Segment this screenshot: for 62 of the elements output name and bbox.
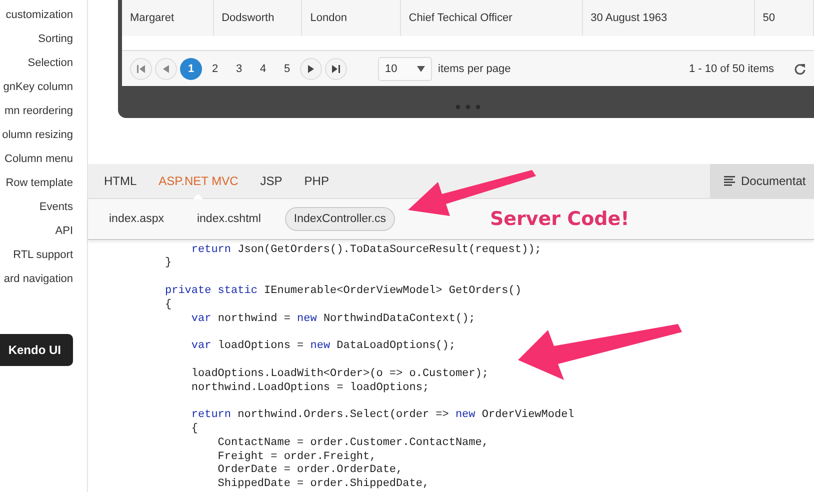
first-page-button[interactable] xyxy=(130,58,152,80)
code-line: Freight = order.Freight, xyxy=(216,450,378,464)
pager-summary: 1 - 10 of 50 items xyxy=(689,62,774,74)
page-number-button[interactable]: 4 xyxy=(252,58,274,80)
page-number-button[interactable]: 1 xyxy=(180,58,202,80)
right-triangle-icon xyxy=(308,64,314,72)
page-number-button[interactable]: 5 xyxy=(276,58,298,80)
refresh-button[interactable] xyxy=(794,62,806,74)
sidebar-link[interactable]: gnKey column xyxy=(3,75,73,99)
table-cell: Margaret xyxy=(122,0,214,36)
last-page-button[interactable] xyxy=(325,58,347,80)
table-cell: Chief Techical Officer xyxy=(400,0,583,36)
previous-page-button[interactable] xyxy=(155,58,177,80)
sidebar-link[interactable]: mn reordering xyxy=(4,99,73,123)
sidebar-link[interactable]: Sorting xyxy=(38,27,73,51)
page-size-dropdown[interactable]: 10 xyxy=(378,56,432,80)
sidebar-link[interactable]: RTL support xyxy=(13,243,73,267)
resize-handle-icon[interactable] xyxy=(455,104,481,110)
code-line: return northwind.Orders.Select(order => new OrderViewModel xyxy=(190,408,576,423)
sidebar-link[interactable]: Events xyxy=(39,195,73,219)
file-tab[interactable]: index.aspx xyxy=(100,206,173,231)
table-cell: London xyxy=(302,0,401,36)
next-page-button[interactable] xyxy=(300,58,322,80)
sidebar-link[interactable]: ard navigation xyxy=(4,267,73,291)
sidebar-link[interactable]: Row template xyxy=(6,171,73,195)
code-line: { xyxy=(165,298,173,313)
kendo-ui-button[interactable]: Kendo UI xyxy=(0,334,73,366)
file-tab[interactable]: IndexController.cs xyxy=(284,206,395,231)
code-line: return Json(GetOrders().ToDataSourceResult(request)); xyxy=(190,244,542,258)
sidebar-link[interactable]: customization xyxy=(6,3,73,27)
items-per-page-label: items per page xyxy=(438,62,511,74)
code-line: var northwind = new NorthwindDataContext(); xyxy=(190,312,476,326)
code-line: ContactName = order.Customer.ContactName, xyxy=(216,436,490,451)
code-line: private static IEnumerable<OrderViewModel> GetOrders() xyxy=(165,284,522,299)
annotation-text: Server Code! xyxy=(490,208,630,230)
table-cell: 30 August 1963 xyxy=(582,0,755,36)
code-line: loadOptions.LoadWith<Order>(o => o.Customer); xyxy=(190,366,490,382)
sidebar-link[interactable]: Column menu xyxy=(4,147,73,171)
first-page-icon xyxy=(137,64,145,72)
code-line: OrderDate = order.OrderDate, xyxy=(216,464,404,478)
sidebar-link[interactable]: API xyxy=(55,219,73,243)
caret-icon xyxy=(417,66,425,72)
sidebar-link[interactable]: olumn resizing xyxy=(2,123,73,147)
code-line: } xyxy=(165,257,173,272)
page-number-button[interactable]: 2 xyxy=(204,58,226,80)
language-tab[interactable]: HTML xyxy=(104,164,137,198)
table-cell: 50 xyxy=(754,0,814,36)
file-tab[interactable]: index.cshtml xyxy=(188,206,270,231)
page-number-button[interactable]: 3 xyxy=(228,58,250,80)
sidebar-link[interactable]: Selection xyxy=(28,51,73,75)
code-line: northwind.LoadOptions = loadOptions; xyxy=(190,382,430,396)
language-tab[interactable]: JSP xyxy=(260,164,282,198)
document-lines-icon xyxy=(724,176,735,186)
code-line: { xyxy=(190,423,200,437)
language-tab[interactable]: PHP xyxy=(304,164,329,198)
left-triangle-icon xyxy=(163,64,169,72)
table-cell: Dodsworth xyxy=(214,0,302,36)
refresh-icon xyxy=(794,62,806,74)
last-page-icon xyxy=(332,64,340,72)
code-line: var loadOptions = new DataLoadOptions(); xyxy=(190,339,456,354)
code-line: ShippedDate = order.ShippedDate, xyxy=(216,478,430,492)
documentation-button[interactable]: Documentat xyxy=(710,164,814,198)
